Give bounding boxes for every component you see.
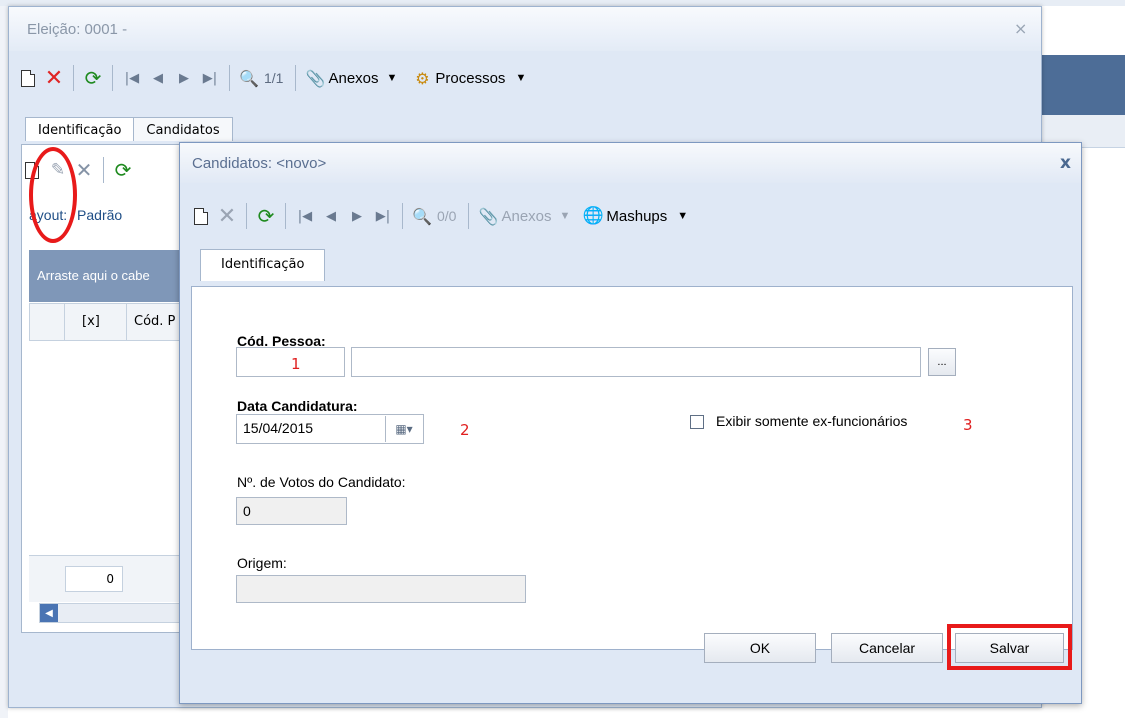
tab-identificacao[interactable]: Identificação <box>25 117 135 141</box>
processes-menu[interactable]: Processos <box>435 70 505 87</box>
column-header-cod[interactable]: Cód. P <box>134 314 175 329</box>
dialog-toolbar: ✕ ⟳ |◀ ◀ ▶ ▶| 🔍 0/0 📎 Anexos ▼ 🌐 Mashups… <box>188 201 688 231</box>
chevron-down-icon[interactable]: ▼ <box>677 210 688 222</box>
marker-1: 1 <box>291 355 301 373</box>
processes-icon[interactable]: ⚙ <box>409 65 435 91</box>
attachment-icon[interactable]: 📎 <box>302 65 328 91</box>
marker-3: 3 <box>963 416 973 434</box>
marker-2: 2 <box>460 421 470 439</box>
group-by-bar: Arraste aqui o cabe <box>29 250 199 302</box>
candidate-dialog: Candidatos: <novo> x ✕ ⟳ |◀ ◀ ▶ ▶| 🔍 0/0… <box>179 142 1082 704</box>
mashups-menu[interactable]: Mashups <box>606 208 667 225</box>
horizontal-scrollbar[interactable]: ◀ <box>39 603 201 623</box>
toolbar-divider <box>295 65 297 91</box>
data-candidatura-label: Data Candidatura: <box>237 398 358 414</box>
refresh-icon[interactable]: ⟳ <box>110 157 136 183</box>
globe-icon[interactable]: 🌐 <box>580 203 606 229</box>
highlight-rectangle <box>947 624 1072 670</box>
first-record-icon[interactable]: |◀ <box>119 65 145 91</box>
election-tabs: Identificação Candidatos <box>25 117 233 145</box>
ok-button[interactable]: OK <box>704 633 816 663</box>
first-record-icon[interactable]: |◀ <box>292 203 318 229</box>
refresh-icon[interactable]: ⟳ <box>80 65 106 91</box>
toolbar-divider <box>468 203 470 229</box>
last-record-icon[interactable]: ▶| <box>370 203 396 229</box>
close-icon[interactable]: × <box>1014 19 1027 38</box>
last-record-icon[interactable]: ▶| <box>197 65 223 91</box>
refresh-icon[interactable]: ⟳ <box>253 203 279 229</box>
tab-identificacao[interactable]: Identificação <box>200 249 326 281</box>
attachments-menu[interactable]: Anexos <box>501 208 551 225</box>
calendar-icon[interactable]: ▦▾ <box>385 416 422 442</box>
election-toolbar: ✕ ⟳ |◀ ◀ ▶ ▶| 🔍 1/1 📎 Anexos ▼ ⚙ Process… <box>15 63 526 93</box>
group-by-hint: Arraste aqui o cabe <box>37 268 150 283</box>
chevron-down-icon[interactable]: ▼ <box>387 72 398 84</box>
cancel-button[interactable]: Cancelar <box>831 633 943 663</box>
record-counter: 1/1 <box>264 70 284 86</box>
record-counter: 0/0 <box>437 208 457 224</box>
record-count: 0 <box>65 566 123 592</box>
next-record-icon[interactable]: ▶ <box>171 65 197 91</box>
chevron-down-icon[interactable]: ▼ <box>560 210 571 222</box>
background-app-band <box>1040 55 1125 115</box>
new-record-icon[interactable] <box>188 203 214 229</box>
grid-column-headers: [x] Cód. P <box>29 303 201 341</box>
delete-icon[interactable]: ✕ <box>214 203 240 229</box>
toolbar-divider <box>285 203 286 229</box>
attachments-menu[interactable]: Anexos <box>328 70 378 87</box>
dialog-tabs: Identificação <box>200 249 326 281</box>
tab-candidatos[interactable]: Candidatos <box>133 117 233 141</box>
highlight-circle <box>29 147 77 243</box>
scroll-left-icon[interactable]: ◀ <box>40 604 58 622</box>
find-icon[interactable]: 🔍 <box>409 203 435 229</box>
ex-employees-checkbox[interactable] <box>690 415 704 429</box>
toolbar-divider <box>229 65 230 91</box>
column-header-select[interactable]: [x] <box>82 314 100 329</box>
votos-label: Nº. de Votos do Candidato: <box>237 474 406 490</box>
origem-field <box>236 575 526 603</box>
votos-field: 0 <box>236 497 347 525</box>
next-record-icon[interactable]: ▶ <box>344 203 370 229</box>
window-title: Eleição: 0001 - <box>27 21 128 38</box>
layout-value[interactable]: Padrão <box>77 207 122 223</box>
lookup-button[interactable]: ... <box>928 348 956 376</box>
toolbar-divider <box>402 203 403 229</box>
grid-footer: 0 <box>29 555 199 602</box>
ex-employees-label: Exibir somente ex-funcionários <box>716 413 908 429</box>
toolbar-divider <box>73 65 74 91</box>
dialog-title: Candidatos: <novo> <box>192 155 327 172</box>
identification-panel: Cód. Pessoa: 1 ... Data Candidatura: 15/… <box>191 286 1073 650</box>
find-icon[interactable]: 🔍 <box>236 65 262 91</box>
origem-label: Origem: <box>237 555 287 571</box>
toolbar-divider <box>246 203 247 229</box>
chevron-down-icon[interactable]: ▼ <box>515 72 526 84</box>
background-app-sidebar <box>0 6 8 718</box>
election-window-titlebar: Eleição: 0001 - × <box>9 7 1041 51</box>
previous-record-icon[interactable]: ◀ <box>318 203 344 229</box>
attachment-icon[interactable]: 📎 <box>475 203 501 229</box>
previous-record-icon[interactable]: ◀ <box>145 65 171 91</box>
pessoa-name-field[interactable] <box>351 347 921 377</box>
new-record-icon[interactable] <box>15 65 41 91</box>
close-icon[interactable]: x <box>1060 153 1071 173</box>
delete-icon[interactable]: ✕ <box>41 65 67 91</box>
toolbar-divider <box>103 157 104 183</box>
candidate-dialog-titlebar: Candidatos: <novo> x <box>180 143 1081 183</box>
toolbar-divider <box>112 65 113 91</box>
